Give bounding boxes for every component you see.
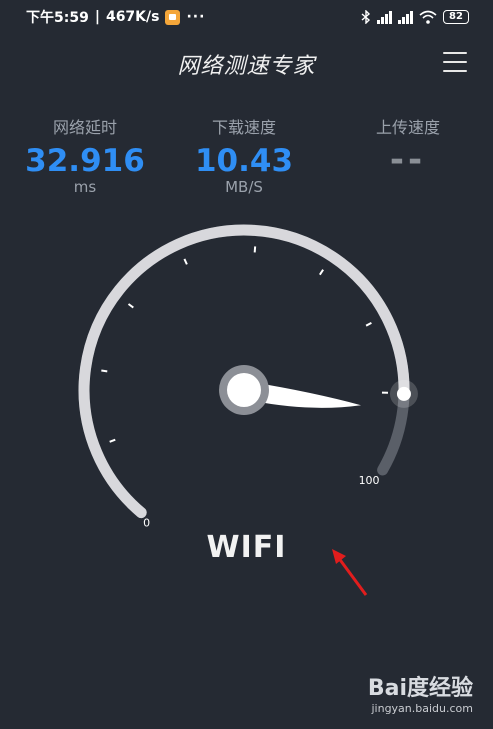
- speed-gauge: 0 100: [78, 224, 418, 530]
- page-title: 网络测速专家: [177, 54, 316, 79]
- status-right: 82: [361, 10, 469, 24]
- network-type-label: WIFI: [206, 530, 287, 565]
- gauge-tick: [365, 322, 372, 327]
- gauge-tick: [127, 303, 134, 309]
- download-value: 10.43: [194, 143, 294, 179]
- gauge-indicator-glow: [389, 379, 418, 408]
- download-label: 下载速度: [211, 118, 276, 137]
- gauge-tick: [109, 438, 116, 443]
- status-left: 下午5:59 | 467K/s ···: [26, 7, 205, 27]
- upload-value: --: [389, 140, 427, 180]
- latency-unit: ms: [73, 178, 97, 196]
- baidu-watermark: Bai度经验 jingyan.baidu.com: [368, 670, 473, 715]
- signal-icon-2: [398, 10, 413, 24]
- gauge-min-label: 0: [143, 517, 150, 530]
- upload-label: 上传速度: [375, 118, 440, 137]
- network-speed: 467K/s: [105, 9, 160, 25]
- upload-metric: 上传速度 --: [328, 114, 488, 180]
- watermark-sub: jingyan.baidu.com: [371, 702, 473, 715]
- status-time: 下午5:59: [26, 10, 89, 26]
- wifi-icon: [419, 10, 437, 24]
- signal-icon-1: [377, 10, 392, 24]
- menu-icon[interactable]: [443, 52, 467, 72]
- battery-icon: 82: [443, 10, 469, 24]
- bluetooth-icon: [361, 10, 371, 24]
- gauge-tick: [101, 369, 108, 373]
- notification-app-icon: [165, 9, 181, 25]
- metrics-panel: 网络延时 32.916 ms 下载速度 10.43 MB/S 上传速度 --: [0, 114, 493, 204]
- status-bar: 下午5:59 | 467K/s ··· 82: [0, 0, 493, 34]
- latency-metric: 网络延时 32.916 ms: [5, 114, 165, 196]
- download-metric: 下载速度 10.43 MB/S: [164, 114, 324, 196]
- more-notifications-icon: ···: [186, 9, 206, 25]
- latency-value: 32.916: [25, 143, 145, 179]
- gauge-tick: [183, 258, 188, 265]
- gauge-max-label: 100: [359, 474, 380, 487]
- gauge-tick: [318, 269, 324, 276]
- gauge-hub: [227, 373, 261, 407]
- watermark-main: Bai度经验: [367, 676, 473, 701]
- latency-label: 网络延时: [52, 118, 117, 137]
- status-divider: |: [94, 9, 100, 25]
- download-unit: MB/S: [225, 178, 263, 196]
